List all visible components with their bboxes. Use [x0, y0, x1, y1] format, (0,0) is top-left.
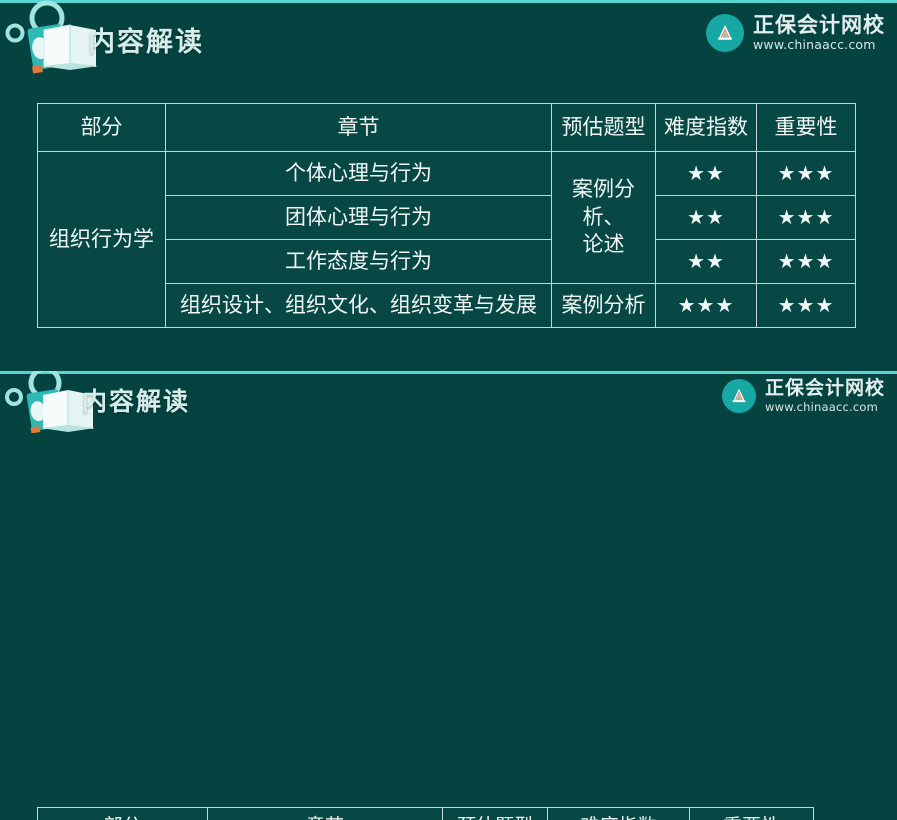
- cell-importance: ★★★: [756, 195, 856, 240]
- cell-part: 组织行为学: [37, 151, 166, 328]
- table-header-row: 部分 章节 预估题型 难度指数 重要性: [37, 807, 814, 820]
- col-header-part: 部分: [37, 807, 208, 820]
- brand-url: www.chinaacc.com: [764, 399, 879, 414]
- table-row: 组织行为学 个体心理与行为 案例分析、 论述 ★★ ★★★: [37, 151, 856, 328]
- cell-difficulty: ★★: [655, 239, 757, 284]
- table-header-row: 部分 章节 预估题型 难度指数 重要性: [37, 103, 856, 152]
- section-panel-2: 内容解读 正保会计网校 www.chinaacc.com: [0, 371, 897, 820]
- col-header-exam-type: 预估题型: [442, 807, 548, 820]
- col-header-chapter: 章节: [165, 103, 552, 152]
- open-book-logo-icon: [706, 14, 744, 52]
- exam-type-line-1: 案例分析、: [572, 176, 635, 229]
- col-header-difficulty: 难度指数: [547, 807, 690, 820]
- cell-difficulty: ★★: [655, 151, 757, 196]
- col-header-importance: 重要性: [689, 807, 814, 820]
- cell-difficulty: ★★: [655, 195, 757, 240]
- page-root: 内容解读 正保会计网校 www.chinaacc.com 部分 章节 预估题型 …: [0, 0, 897, 820]
- brand-name: 正保会计网校: [764, 377, 885, 399]
- open-book-logo-icon: [721, 379, 756, 413]
- section-title: 内容解读: [88, 27, 204, 58]
- content-table-2: 部分 章节 预估题型 难度指数 重要性 人力资源管理 人力资源管理导论 案例分析…: [37, 807, 814, 820]
- cell-importance: ★★★: [756, 239, 856, 284]
- cell-chapter: 个体心理与行为: [165, 151, 552, 196]
- section-header-1: 内容解读 正保会计网校 www.chinaacc.com: [0, 0, 897, 74]
- brand-logo: 正保会计网校 www.chinaacc.com: [721, 377, 885, 414]
- cell-exam-type: 案例分析、 论述: [551, 151, 656, 284]
- cell-chapter: 团体心理与行为: [165, 195, 552, 240]
- col-header-difficulty: 难度指数: [655, 103, 757, 152]
- cell-difficulty: ★★★: [655, 283, 757, 328]
- cell-chapter: 组织设计、组织文化、组织变革与发展: [165, 283, 552, 328]
- section-title: 内容解读: [82, 387, 191, 416]
- cell-importance: ★★★: [756, 151, 856, 196]
- section-panel-1: 内容解读 正保会计网校 www.chinaacc.com 部分 章节 预估题型 …: [0, 0, 897, 371]
- col-header-part: 部分: [37, 103, 166, 152]
- brand-url: www.chinaacc.com: [753, 37, 876, 53]
- cell-exam-type: 案例分析: [551, 283, 656, 328]
- col-header-exam-type: 预估题型: [551, 103, 656, 152]
- section-header-2: 内容解读 正保会计网校 www.chinaacc.com: [0, 371, 897, 434]
- cell-importance: ★★★: [756, 283, 856, 328]
- exam-type-line-2: 论述: [582, 232, 625, 257]
- brand-name: 正保会计网校: [753, 13, 885, 38]
- cell-chapter: 工作态度与行为: [165, 239, 552, 284]
- col-header-chapter: 章节: [207, 807, 443, 820]
- brand-logo: 正保会计网校 www.chinaacc.com: [706, 14, 885, 52]
- content-table-1: 部分 章节 预估题型 难度指数 重要性 组织行为学 个体心理与行为 案例分析、 …: [37, 103, 856, 328]
- col-header-importance: 重要性: [756, 103, 856, 152]
